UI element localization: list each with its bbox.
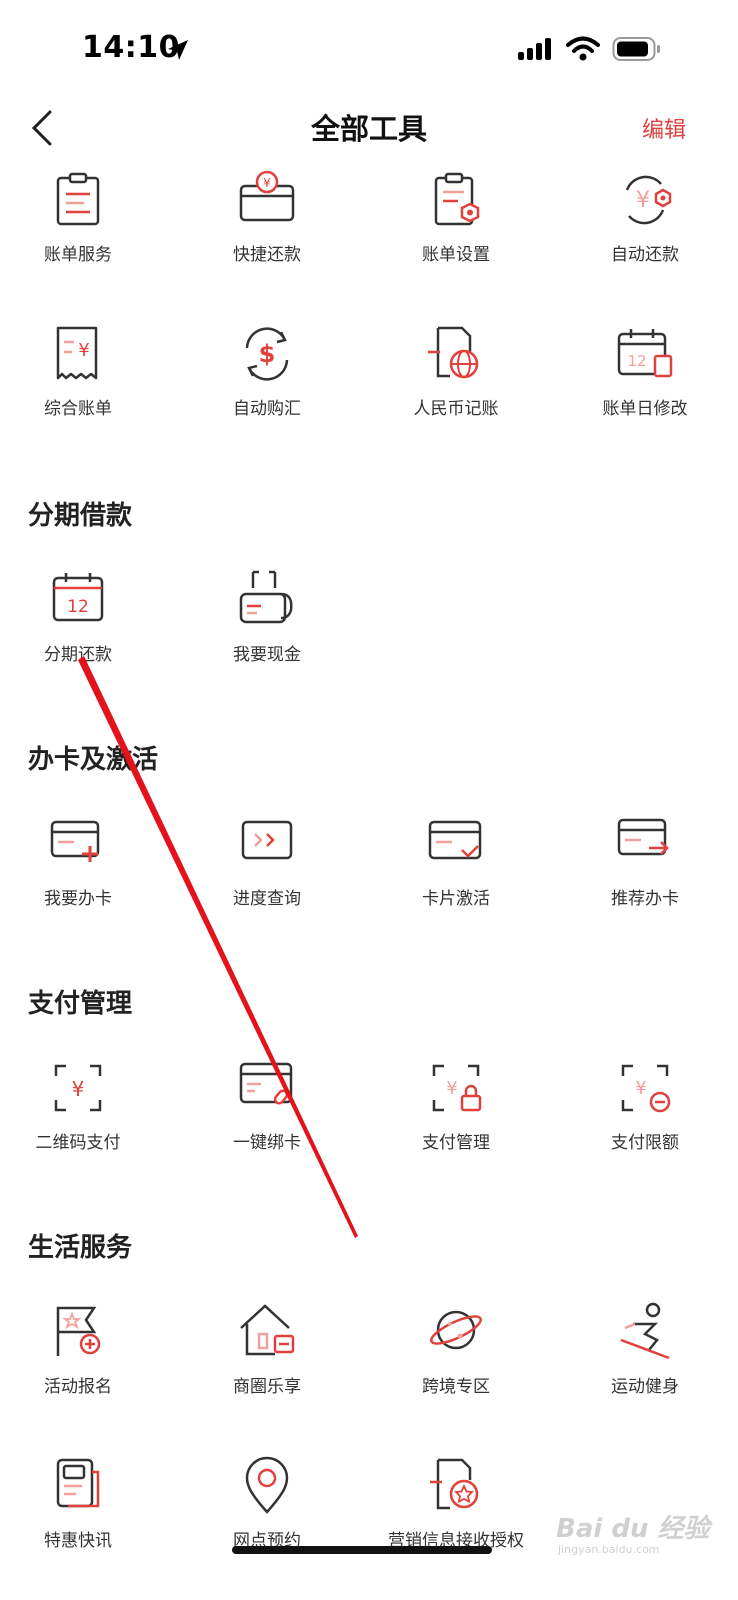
tool-marketing-consent[interactable]: 营销信息接收授权: [366, 1456, 546, 1576]
tool-label: 综合账单: [44, 399, 112, 419]
nav-bar: 全部工具 编辑: [0, 96, 738, 160]
tool-label: 我要现金: [233, 645, 301, 665]
section-title-installment: 分期借款: [28, 501, 133, 531]
tool-card-activate[interactable]: 卡片激活: [366, 814, 546, 934]
tool-special-news[interactable]: 特惠快讯: [0, 1456, 168, 1576]
cash-hand-icon: [239, 570, 293, 624]
tool-label: 快捷还款: [233, 245, 301, 265]
svg-text:12: 12: [67, 597, 89, 617]
card-share-icon: [617, 818, 669, 856]
svg-text:$: $: [259, 340, 276, 368]
tool-bill-date-change[interactable]: 12 账单日修改: [555, 324, 735, 444]
tool-label: 推荐办卡: [611, 889, 679, 909]
battery-icon: [612, 37, 660, 61]
bill-settings-icon: [434, 172, 480, 226]
page-title: 全部工具: [310, 112, 427, 146]
tool-bill-settings[interactable]: 账单设置: [366, 170, 546, 290]
svg-text:12: 12: [627, 352, 646, 370]
svg-text:¥: ¥: [263, 176, 271, 190]
pay-lock-icon: ¥: [432, 1064, 482, 1112]
tool-shopping-district[interactable]: 商圈乐享: [177, 1302, 357, 1422]
tool-label: 我要办卡: [44, 889, 112, 909]
tool-label: 支付限额: [611, 1133, 679, 1153]
ski-icon: [620, 1302, 670, 1360]
location-pin-icon: [245, 1456, 289, 1514]
tool-sports-fitness[interactable]: 运动健身: [555, 1302, 735, 1422]
edit-button[interactable]: 编辑: [642, 112, 686, 144]
tool-label: 卡片激活: [422, 889, 490, 909]
tool-label: 账单设置: [422, 245, 490, 265]
receipt-icon: ¥: [56, 326, 98, 380]
planet-icon: [430, 1310, 482, 1350]
bill-clipboard-icon: [56, 172, 100, 226]
tool-label: 自动购汇: [233, 399, 301, 419]
tool-label: 二维码支付: [35, 1133, 121, 1153]
tool-label: 分期还款: [44, 645, 112, 665]
tool-progress-query[interactable]: 进度查询: [177, 814, 357, 934]
tool-auto-fx[interactable]: $ 自动购汇: [177, 324, 357, 444]
section-title-card-apply: 办卡及激活: [28, 745, 159, 775]
svg-text:¥: ¥: [636, 188, 650, 213]
progress-icon: [241, 820, 293, 860]
tool-summary-bill[interactable]: ¥ 综合账单: [0, 324, 168, 444]
tool-installment-repay[interactable]: 12 分期还款: [0, 570, 168, 690]
rmb-globe-icon: [428, 326, 479, 379]
tool-qr-pay[interactable]: ¥ 二维码支付: [0, 1058, 168, 1178]
section-title-payment: 支付管理: [28, 989, 133, 1019]
tool-bind-card[interactable]: 一键绑卡: [177, 1058, 357, 1178]
watermark-sub: jingyan.baidu.com: [558, 1543, 660, 1556]
quick-repay-icon: ¥: [239, 170, 295, 222]
tool-label: 账单日修改: [602, 399, 688, 419]
svg-text:¥: ¥: [635, 1078, 646, 1099]
tool-bill-service[interactable]: 账单服务: [0, 170, 168, 290]
tool-label: 人民币记账: [413, 399, 499, 419]
tool-get-cash[interactable]: 我要现金: [177, 570, 357, 690]
flag-signup-icon: [56, 1306, 101, 1356]
tool-label: 活动报名: [44, 1377, 112, 1397]
tool-auto-repay[interactable]: ¥ 自动还款: [555, 170, 735, 290]
location-arrow-icon: [168, 40, 188, 60]
section-title-life: 生活服务: [28, 1233, 133, 1263]
auto-repay-icon: ¥: [625, 175, 672, 225]
status-bar: 14:10: [0, 0, 738, 96]
doc-star-icon: [430, 1458, 479, 1510]
svg-text:¥: ¥: [78, 340, 89, 361]
tool-apply-card[interactable]: 我要办卡: [0, 814, 168, 934]
tool-label: 进度查询: [233, 889, 301, 909]
tool-recommend-card[interactable]: 推荐办卡: [555, 814, 735, 934]
tool-pay-limit[interactable]: ¥ 支付限额: [555, 1058, 735, 1178]
tool-cross-border[interactable]: 跨境专区: [366, 1302, 546, 1422]
tool-event-signup[interactable]: 活动报名: [0, 1302, 168, 1422]
tool-quick-repay[interactable]: ¥ 快捷还款: [177, 170, 357, 290]
card-add-icon: [50, 820, 100, 862]
tool-label: 跨境专区: [422, 1377, 490, 1397]
home-indicator[interactable]: [232, 1546, 492, 1554]
shop-house-icon: [240, 1304, 295, 1356]
watermark-logo: Bai du 经验 jingyan.baidu.com: [556, 1508, 710, 1556]
cellular-signal-icon: [518, 38, 551, 60]
tool-pay-manage[interactable]: ¥ 支付管理: [366, 1058, 546, 1178]
svg-text:¥: ¥: [72, 1077, 85, 1101]
pay-limit-icon: ¥: [621, 1064, 671, 1113]
tool-rmb-accounting[interactable]: 人民币记账: [366, 324, 546, 444]
tool-branch-booking[interactable]: 网点预约: [177, 1456, 357, 1576]
watermark-main: Bai du 经验: [556, 1514, 710, 1544]
tool-label: 账单服务: [44, 245, 112, 265]
tool-label: 特惠快讯: [44, 1531, 112, 1551]
dollar-exchange-icon: $: [245, 327, 289, 381]
tool-label: 商圈乐享: [233, 1377, 301, 1397]
tool-label: 自动还款: [611, 245, 679, 265]
news-icon: [56, 1458, 100, 1508]
tool-label: 支付管理: [422, 1133, 490, 1153]
card-check-icon: [428, 820, 482, 860]
card-link-icon: [239, 1062, 293, 1105]
calendar-edit-icon: 12: [617, 329, 673, 378]
qr-pay-icon: ¥: [54, 1064, 102, 1112]
svg-text:¥: ¥: [446, 1078, 457, 1099]
calendar-12-icon: 12: [52, 573, 104, 622]
wifi-icon: [566, 36, 600, 61]
tool-label: 一键绑卡: [233, 1133, 301, 1153]
tool-label: 运动健身: [611, 1377, 679, 1397]
